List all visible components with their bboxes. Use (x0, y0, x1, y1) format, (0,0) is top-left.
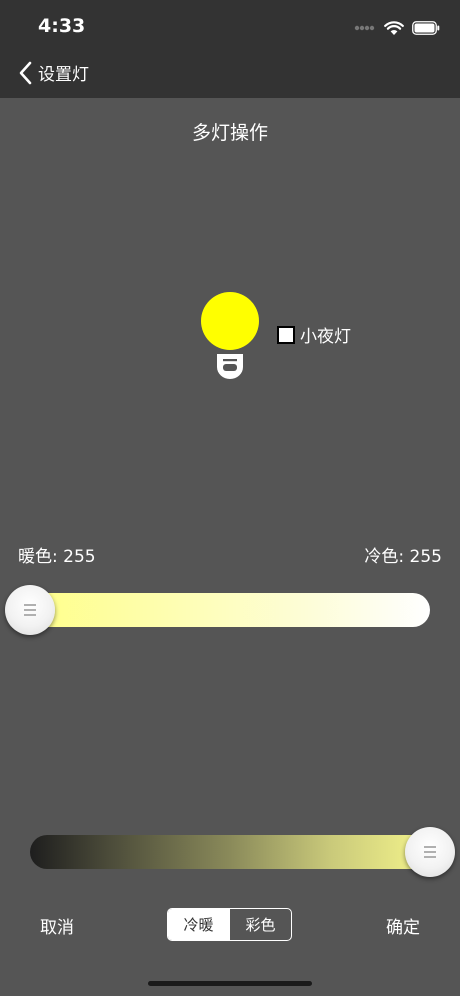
signal-icon (354, 25, 375, 31)
cold-value-label: 冷色: 255 (364, 547, 442, 567)
back-label: 设置灯 (38, 65, 89, 85)
night-light-label: 小夜灯 (300, 327, 351, 347)
status-time: 4:33 (38, 15, 86, 37)
status-icons (354, 18, 440, 38)
grip-icon (424, 846, 436, 858)
confirm-button[interactable]: 确定 (386, 913, 420, 938)
grip-icon (24, 604, 36, 616)
brightness-slider-thumb[interactable] (405, 827, 455, 877)
bulb-icon[interactable] (201, 292, 259, 350)
brightness-slider[interactable] (30, 835, 430, 869)
bulb-base-icon (217, 354, 243, 379)
navigation-bar: 设置灯 (0, 48, 460, 98)
wifi-icon (384, 20, 404, 35)
back-button[interactable]: 设置灯 (18, 60, 89, 85)
battery-icon (412, 21, 440, 35)
home-indicator (148, 981, 312, 986)
color-temperature-slider-thumb[interactable] (5, 585, 55, 635)
color-temperature-slider[interactable] (30, 593, 430, 627)
segment-cold-warm[interactable]: 冷暖 (168, 909, 229, 940)
warm-value-label: 暖色: 255 (18, 547, 96, 567)
page-title: 多灯操作 (191, 122, 268, 144)
mode-segmented-control: 冷暖 彩色 (167, 908, 292, 941)
night-light-checkbox[interactable] (277, 325, 295, 344)
segment-color[interactable]: 彩色 (229, 909, 291, 940)
status-bar: 4:33 (0, 0, 460, 48)
cancel-button[interactable]: 取消 (40, 913, 74, 938)
chevron-left-icon (19, 61, 32, 84)
night-light-toggle[interactable]: 小夜灯 (277, 322, 351, 347)
